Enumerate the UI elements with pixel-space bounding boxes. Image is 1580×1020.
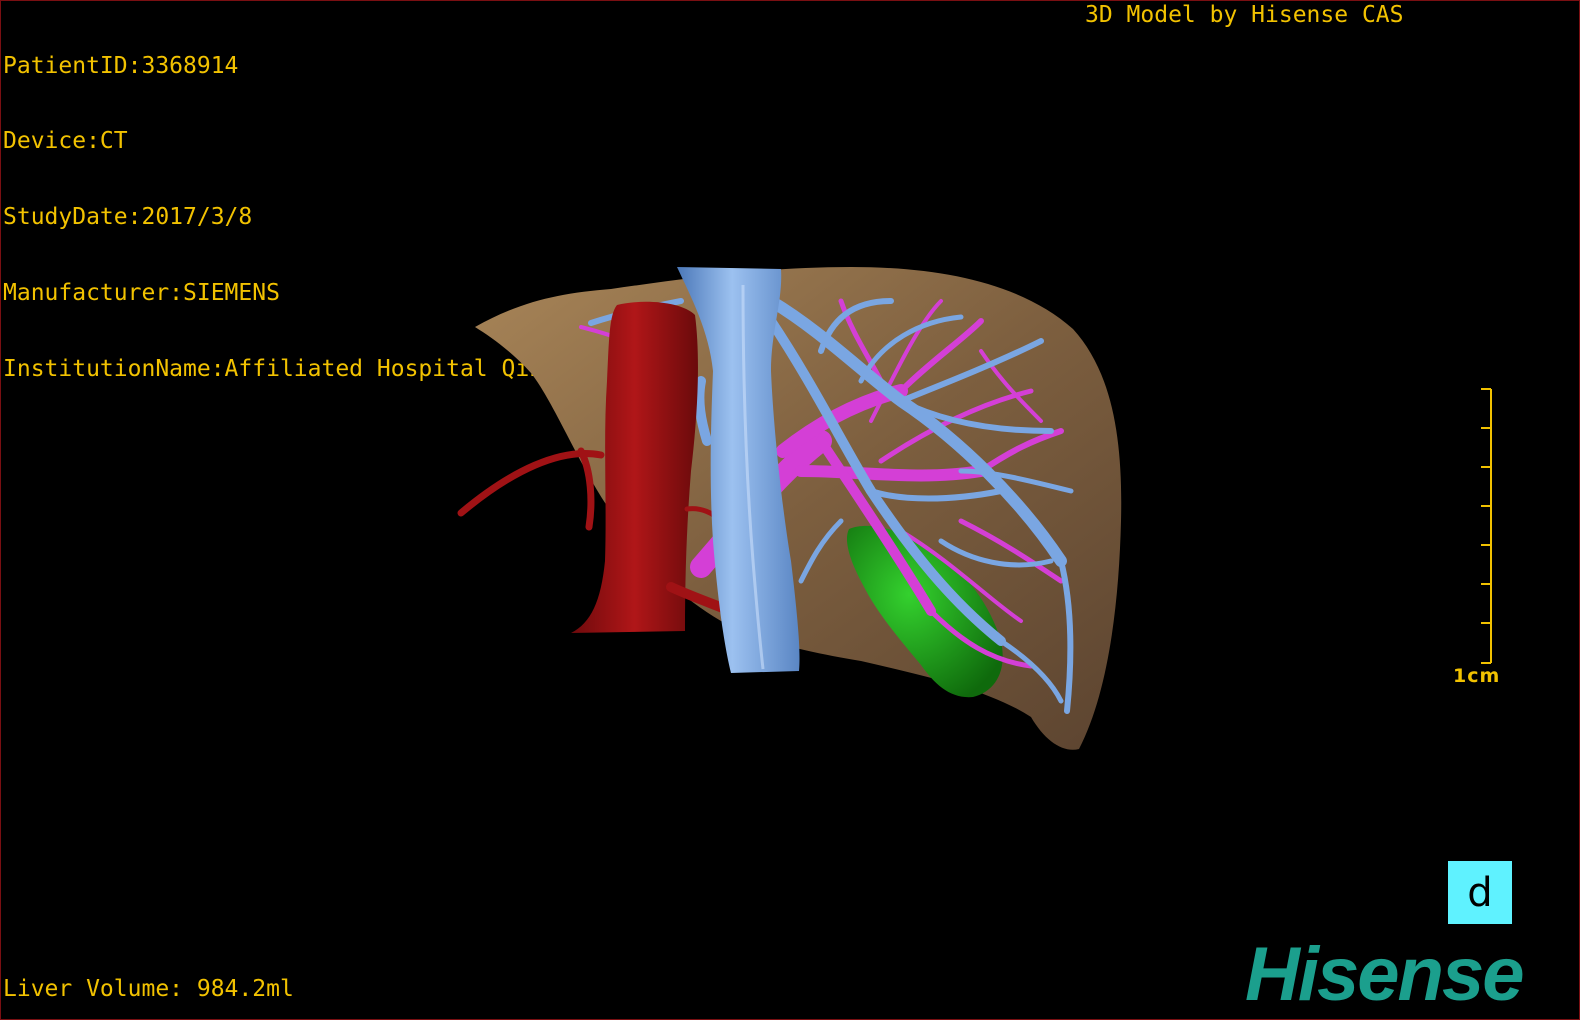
orientation-cube-icon[interactable]: d [1448,861,1512,924]
brand-logo: Hisense [1245,932,1524,1017]
liver-volume: Liver Volume: 984.2ml [3,976,294,1002]
3d-viewport[interactable]: PatientID:3368914 Device:CT StudyDate:20… [0,0,1580,1020]
scale-bar-icon [1481,388,1492,664]
scale-label: 1cm [1453,665,1501,687]
liver-3d-model[interactable] [1,1,1579,1019]
